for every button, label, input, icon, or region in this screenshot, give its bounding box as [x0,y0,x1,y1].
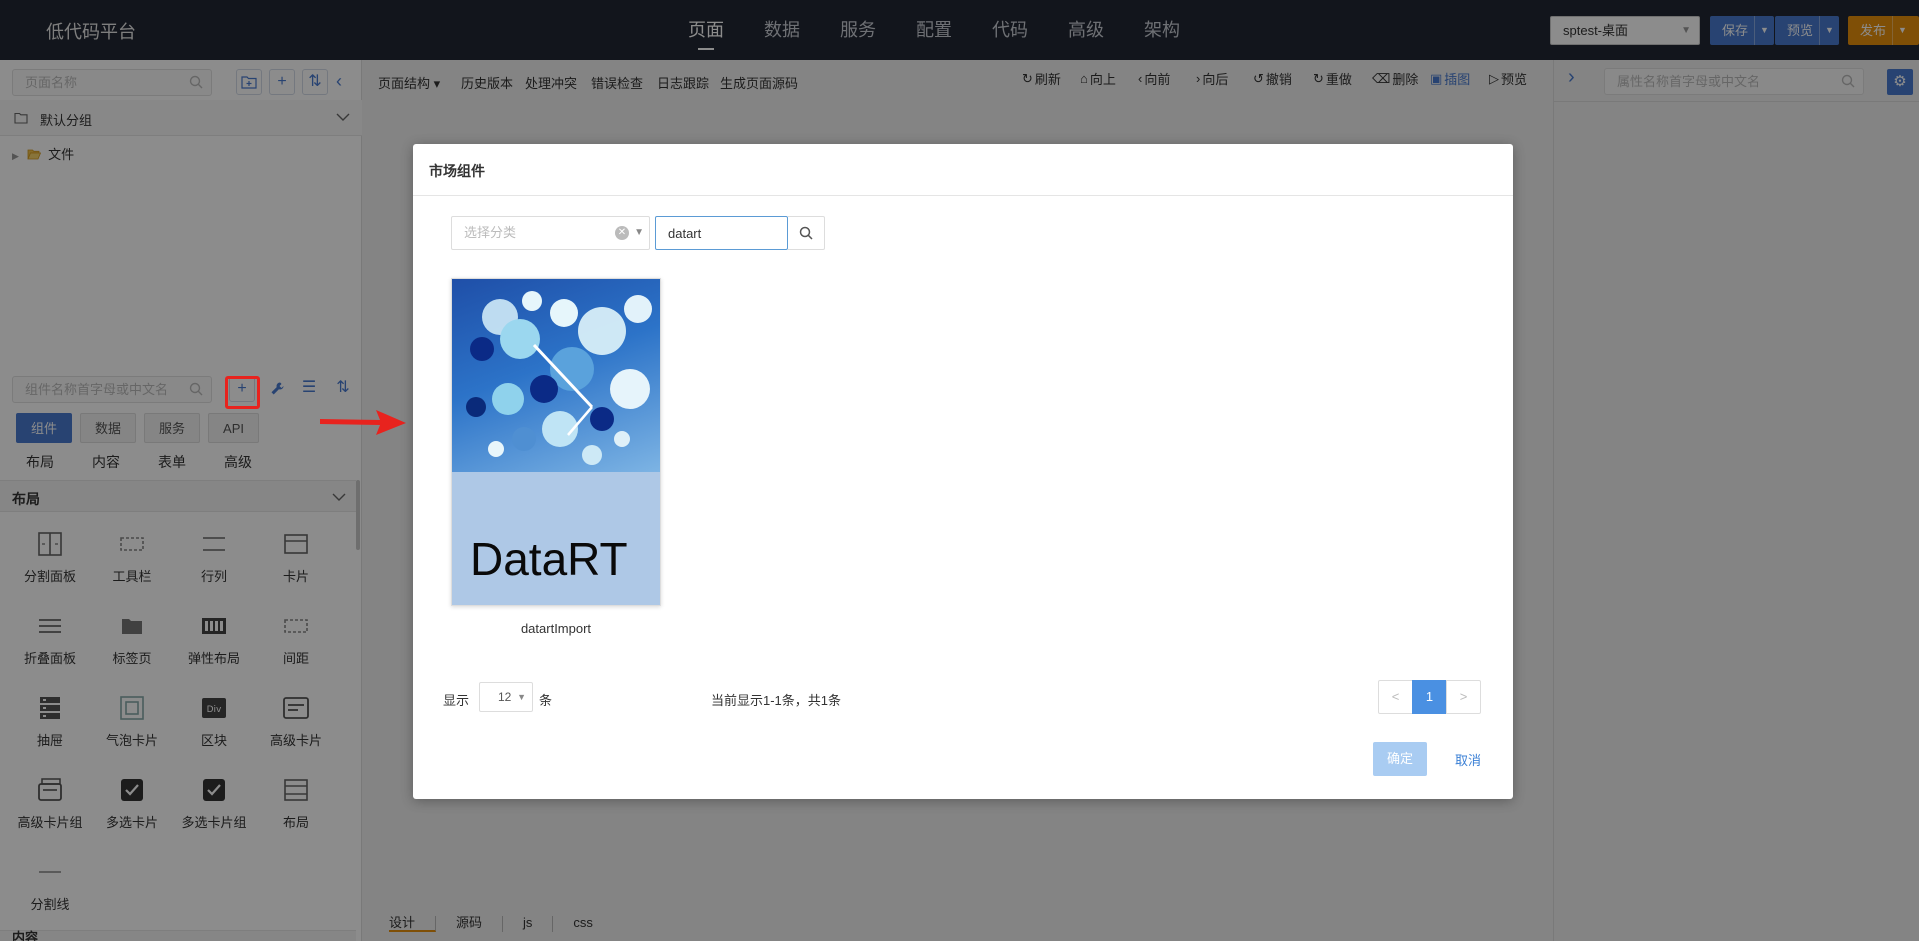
bubbles-graphic [466,291,652,465]
chevron-down-icon: ▼ [634,227,644,238]
page-number-button[interactable]: 1 [1412,680,1447,714]
page-size-value: 12 [498,690,512,704]
dialog-divider [413,195,1513,196]
logo-text: DataRT [470,533,628,585]
prev-page-button[interactable]: < [1378,680,1413,714]
dialog-title: 市场组件 [429,163,485,179]
datart-logo-graphic [452,279,660,472]
highlight-box [225,376,260,409]
clear-icon[interactable]: ✕ [615,226,629,240]
pagination-info: 当前显示1-1条，共1条 [711,693,842,708]
page-size-unit: 条 [539,693,553,708]
search-icon [799,226,813,240]
category-placeholder: 选择分类 [464,225,517,240]
next-page-button[interactable]: > [1446,680,1481,714]
chevron-down-icon: ▼ [517,692,526,702]
market-components-dialog: 市场组件 选择分类 ✕ ▼ datart DataRT datartImport… [413,144,1513,799]
page-size-select[interactable]: 12 ▼ [479,682,533,712]
keyword-search-input[interactable] [655,216,788,250]
component-card-datart[interactable]: DataRT [451,278,661,606]
search-button[interactable] [788,216,825,250]
cancel-button[interactable]: 取消 [1455,750,1481,769]
confirm-button[interactable]: 确定 [1373,742,1427,776]
category-select[interactable]: 选择分类 ✕ ▼ [451,216,650,250]
logo-text-area: DataRT [452,472,660,605]
page-size-label: 显示 [443,693,470,708]
red-arrow-icon [320,410,406,435]
component-card-name: datartImport [520,621,592,636]
